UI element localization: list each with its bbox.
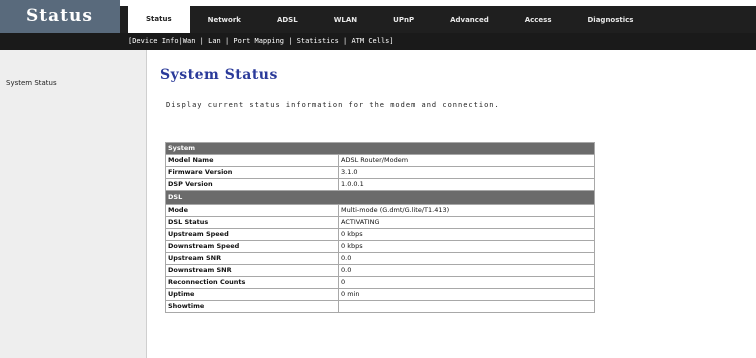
table-row: Downstream SNR 0.0 [165,264,595,277]
status-table: System Model Name ADSL Router/Modem Firm… [165,142,595,313]
tab-diagnostics[interactable]: Diagnostics [570,16,652,24]
table-row: Model Name ADSL Router/Modem [165,154,595,167]
subnav-device-info[interactable]: Device Info [132,37,178,45]
subnav-wan[interactable]: Wan [183,37,196,45]
table-row: Downstream Speed 0 kbps [165,240,595,253]
table-row: Upstream SNR 0.0 [165,252,595,265]
row-key: DSP Version [165,178,339,191]
row-key: Upstream Speed [165,228,339,241]
tab-adsl[interactable]: ADSL [259,16,316,24]
row-value: ACTIVATING [338,216,595,229]
tab-network[interactable]: Network [190,16,259,24]
table-row: Upstream Speed 0 kbps [165,228,595,241]
subnav-port-mapping[interactable]: Port Mapping [233,37,284,45]
tab-upnp[interactable]: UPnP [375,16,432,24]
tab-advanced[interactable]: Advanced [432,16,507,24]
row-key: Reconnection Counts [165,276,339,289]
subnav-atm-cells[interactable]: ATM Cells [351,37,389,45]
row-key: Mode [165,204,339,217]
table-row: DSL Status ACTIVATING [165,216,595,229]
page-title: System Status [160,67,278,83]
row-value: 0.0 [338,264,595,277]
row-key: Upstream SNR [165,252,339,265]
row-value: ADSL Router/Modem [338,154,595,167]
row-value: 0 [338,276,595,289]
row-key: Downstream SNR [165,264,339,277]
row-value: 3.1.0 [338,166,595,179]
table-row: Reconnection Counts 0 [165,276,595,289]
row-value: 0 kbps [338,240,595,253]
subnav-items: [Device Info|Wan | Lan | Port Mapping | … [128,37,394,45]
sub-navigation: [Device Info|Wan | Lan | Port Mapping | … [0,33,756,50]
section-title-system: System [165,142,595,155]
table-row: Mode Multi-mode (G.dmt/G.lite/T1.413) [165,204,595,217]
page-description: Display current status information for t… [166,101,500,109]
tab-wlan[interactable]: WLAN [316,16,375,24]
table-row: DSP Version 1.0.0.1 [165,178,595,191]
row-key: DSL Status [165,216,339,229]
subnav-lan[interactable]: Lan [208,37,221,45]
table-row: Uptime 0 min [165,288,595,301]
row-value: 1.0.0.1 [338,178,595,191]
section-title-dsl: DSL [165,190,595,205]
sidebar: System Status [0,50,147,358]
sidebar-item-system-status[interactable]: System Status [6,79,57,87]
row-value: 0 kbps [338,228,595,241]
table-row: Showtime [165,300,595,313]
row-key: Model Name [165,154,339,167]
section-header: DSL [165,190,595,205]
row-key: Uptime [165,288,339,301]
row-value [338,300,595,313]
row-key: Showtime [165,300,339,313]
tab-access[interactable]: Access [507,16,570,24]
row-value: 0.0 [338,252,595,265]
brand-title: Status [0,0,120,33]
row-value: Multi-mode (G.dmt/G.lite/T1.413) [338,204,595,217]
subnav-statistics[interactable]: Statistics [297,37,339,45]
tab-status[interactable]: Status [128,6,190,33]
header: Status Status Network ADSL WLAN UPnP Adv… [0,0,756,33]
main-content: System Status Display current status inf… [146,50,756,358]
row-key: Firmware Version [165,166,339,179]
table-row: Firmware Version 3.1.0 [165,166,595,179]
top-navigation: Status Network ADSL WLAN UPnP Advanced A… [120,0,756,33]
row-value: 0 min [338,288,595,301]
row-key: Downstream Speed [165,240,339,253]
section-header: System [165,142,595,155]
